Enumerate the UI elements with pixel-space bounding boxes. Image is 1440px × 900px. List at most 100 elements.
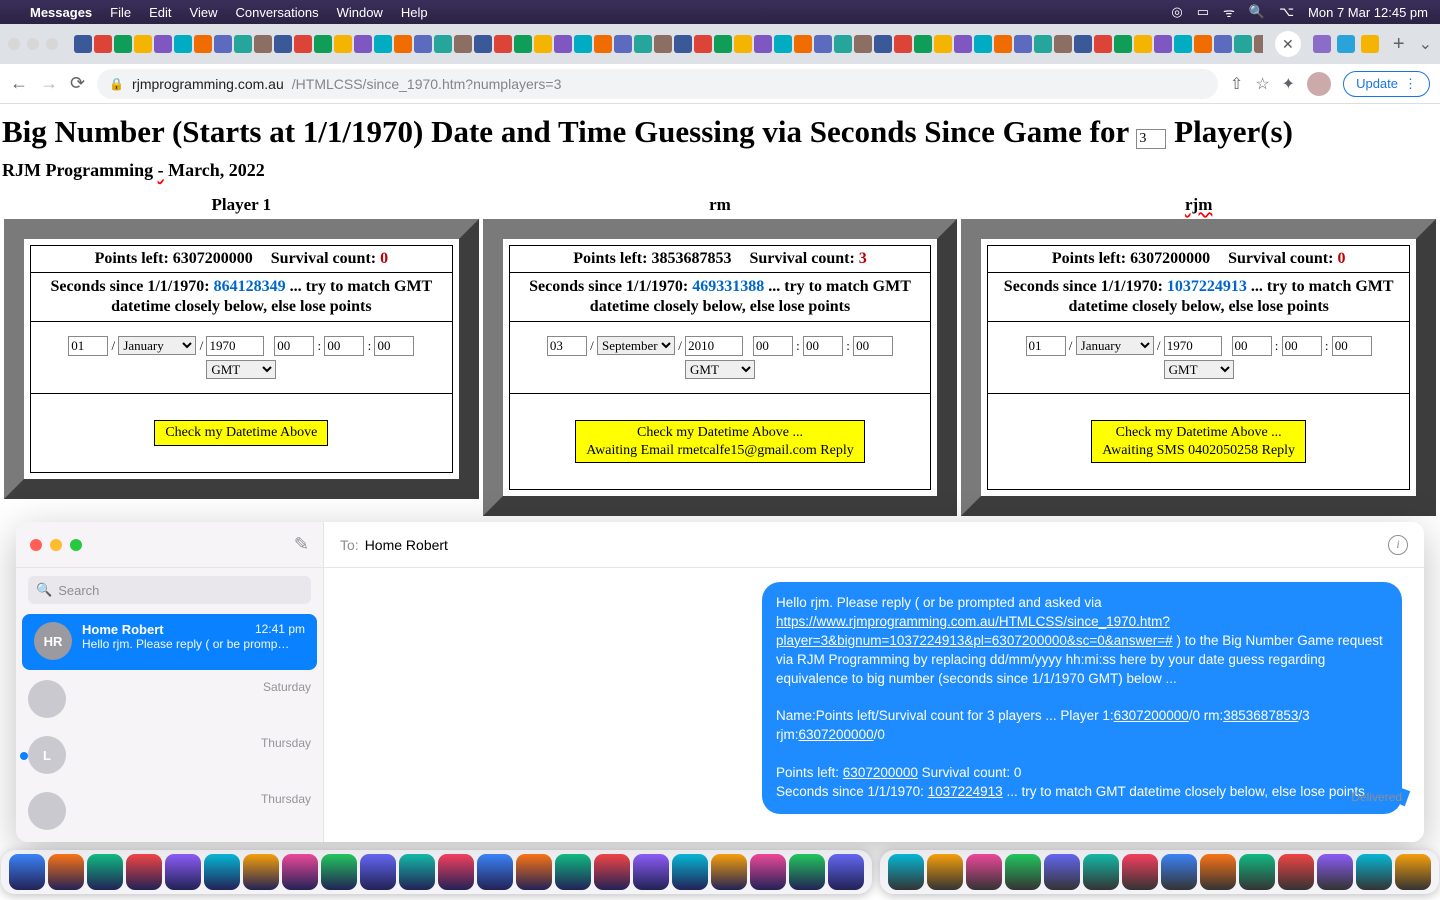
hour-input[interactable] bbox=[274, 336, 314, 356]
pinned-tab[interactable] bbox=[1313, 35, 1331, 53]
dock-app-icon[interactable] bbox=[1161, 854, 1197, 890]
compose-icon[interactable]: ✎ bbox=[294, 534, 309, 555]
dock-app-icon[interactable] bbox=[927, 854, 963, 890]
extensions-icon[interactable]: ✦ bbox=[1282, 74, 1295, 94]
new-tab-button[interactable]: + bbox=[1393, 33, 1405, 56]
pinned-tab[interactable] bbox=[454, 35, 472, 53]
month-select[interactable]: JanuaryFebruaryMarchAprilMayJuneJulyAugu… bbox=[597, 336, 675, 355]
share-icon[interactable]: ⇧ bbox=[1230, 74, 1243, 94]
control-center-icon[interactable]: ⌥ bbox=[1279, 4, 1294, 20]
pinned-tab[interactable] bbox=[194, 35, 212, 53]
forward-button[interactable]: → bbox=[40, 73, 58, 94]
day-input[interactable] bbox=[1026, 336, 1066, 356]
day-input[interactable] bbox=[68, 336, 108, 356]
pinned-tab[interactable] bbox=[954, 35, 972, 53]
pinned-tab[interactable] bbox=[814, 35, 832, 53]
dock-app-icon[interactable] bbox=[750, 854, 786, 890]
pinned-tab[interactable] bbox=[774, 35, 792, 53]
pinned-tab[interactable] bbox=[1034, 35, 1052, 53]
dock-app-icon[interactable] bbox=[1317, 854, 1353, 890]
pinned-tab[interactable] bbox=[1014, 35, 1032, 53]
dock-app-icon[interactable] bbox=[594, 854, 630, 890]
pinned-tab[interactable] bbox=[1194, 35, 1212, 53]
pinned-tab[interactable] bbox=[434, 35, 452, 53]
pinned-tab[interactable] bbox=[794, 35, 812, 53]
pinned-tab[interactable] bbox=[614, 35, 632, 53]
pinned-tab[interactable] bbox=[894, 35, 912, 53]
pinned-tab[interactable] bbox=[674, 35, 692, 53]
dock-app-icon[interactable] bbox=[165, 854, 201, 890]
year-input[interactable] bbox=[1164, 336, 1222, 356]
dock-app-icon[interactable] bbox=[9, 854, 45, 890]
spotlight-icon[interactable]: 🔍 bbox=[1249, 4, 1265, 20]
dock-app-icon[interactable] bbox=[1395, 854, 1431, 890]
pinned-tab[interactable] bbox=[1154, 35, 1172, 53]
dock-app-icon[interactable] bbox=[48, 854, 84, 890]
back-button[interactable]: ← bbox=[10, 73, 28, 94]
tz-select[interactable]: GMT bbox=[206, 360, 276, 379]
pinned-tab[interactable] bbox=[114, 35, 132, 53]
menubar-app[interactable]: Messages bbox=[30, 5, 92, 20]
pinned-tab[interactable] bbox=[254, 35, 272, 53]
bookmark-icon[interactable]: ☆ bbox=[1255, 74, 1269, 94]
second-input[interactable] bbox=[853, 336, 893, 356]
pinned-tab[interactable] bbox=[934, 35, 952, 53]
pinned-tab[interactable] bbox=[314, 35, 332, 53]
month-select[interactable]: JanuaryFebruaryMarchAprilMayJuneJulyAugu… bbox=[1076, 336, 1154, 355]
pinned-tab[interactable] bbox=[1114, 35, 1132, 53]
pinned-tab[interactable] bbox=[714, 35, 732, 53]
dock-app-icon[interactable] bbox=[555, 854, 591, 890]
conversation-item[interactable]: Saturday bbox=[16, 672, 323, 728]
pinned-tab[interactable] bbox=[234, 35, 252, 53]
dock-app-icon[interactable] bbox=[633, 854, 669, 890]
hour-input[interactable] bbox=[753, 336, 793, 356]
dock-app-icon[interactable] bbox=[966, 854, 1002, 890]
dock-app-icon[interactable] bbox=[87, 854, 123, 890]
hour-input[interactable] bbox=[1232, 336, 1272, 356]
tab-overflow-icon[interactable]: ⌄ bbox=[1419, 34, 1432, 54]
check-datetime-button[interactable]: Check my Datetime Above bbox=[154, 420, 328, 446]
pinned-tab[interactable] bbox=[494, 35, 512, 53]
dock-app-icon[interactable] bbox=[1044, 854, 1080, 890]
pinned-tab[interactable] bbox=[94, 35, 112, 53]
menu-conversations[interactable]: Conversations bbox=[235, 5, 318, 20]
tz-select[interactable]: GMT bbox=[1164, 360, 1234, 379]
minute-input[interactable] bbox=[324, 336, 364, 356]
minute-input[interactable] bbox=[803, 336, 843, 356]
pinned-tab[interactable] bbox=[914, 35, 932, 53]
dock-app-icon[interactable] bbox=[321, 854, 357, 890]
pinned-tab[interactable] bbox=[634, 35, 652, 53]
pinned-tab[interactable] bbox=[1234, 35, 1252, 53]
wifi-icon[interactable]: ᯤ bbox=[1223, 3, 1235, 21]
pinned-tab[interactable] bbox=[1094, 35, 1112, 53]
menubar-clock[interactable]: Mon 7 Mar 12:45 pm bbox=[1308, 5, 1428, 20]
dock-app-icon[interactable] bbox=[1005, 854, 1041, 890]
chrome-update-button[interactable]: Update ⋮ bbox=[1343, 71, 1430, 97]
pinned-tab[interactable] bbox=[394, 35, 412, 53]
pinned-tab[interactable] bbox=[334, 35, 352, 53]
pinned-tab[interactable] bbox=[1214, 35, 1232, 53]
pinned-tab[interactable] bbox=[874, 35, 892, 53]
pinned-tab[interactable] bbox=[994, 35, 1012, 53]
dock-app-icon[interactable] bbox=[204, 854, 240, 890]
details-icon[interactable]: i bbox=[1388, 535, 1408, 555]
pinned-tab[interactable] bbox=[214, 35, 232, 53]
tz-select[interactable]: GMT bbox=[685, 360, 755, 379]
pinned-tab[interactable] bbox=[294, 35, 312, 53]
conversation-item[interactable]: Thursday bbox=[16, 784, 323, 840]
pinned-tab[interactable] bbox=[1134, 35, 1152, 53]
year-input[interactable] bbox=[685, 336, 743, 356]
pinned-tab[interactable] bbox=[734, 35, 752, 53]
messages-search[interactable]: 🔍 Search bbox=[28, 576, 311, 604]
pinned-tab[interactable] bbox=[854, 35, 872, 53]
dock-app-icon[interactable] bbox=[1122, 854, 1158, 890]
dock-app-icon[interactable] bbox=[1200, 854, 1236, 890]
second-input[interactable] bbox=[1332, 336, 1372, 356]
bubble-link[interactable]: https://www.rjmprogramming.com.au/HTMLCS… bbox=[776, 614, 1173, 648]
url-bar[interactable]: 🔒 rjmprogramming.com.au/HTMLCSS/since_19… bbox=[97, 69, 1218, 99]
dock-app-icon[interactable] bbox=[438, 854, 474, 890]
pinned-tab[interactable] bbox=[1054, 35, 1072, 53]
dock-app-icon[interactable] bbox=[888, 854, 924, 890]
numplayers-input[interactable] bbox=[1136, 129, 1166, 149]
window-traffic-lights[interactable] bbox=[8, 38, 58, 50]
